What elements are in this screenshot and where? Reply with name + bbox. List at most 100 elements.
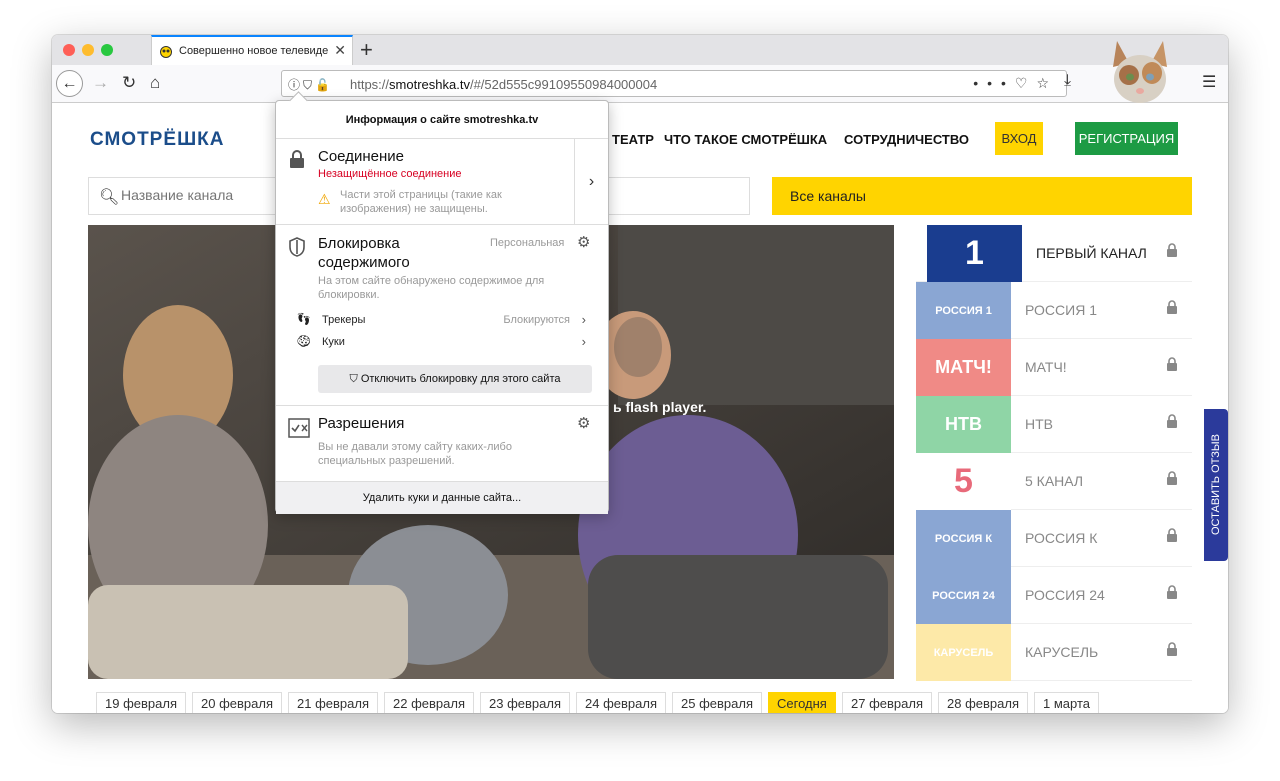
channel-logo: 5 [916, 453, 1011, 510]
channel-name: ПЕРВЫЙ КАНАЛ [1036, 245, 1147, 261]
feedback-tab[interactable]: ОСТАВИТЬ ОТЗЫВ [1204, 409, 1228, 561]
minimize-window-button[interactable] [82, 44, 94, 56]
chevron-right-icon: › [581, 334, 586, 349]
connection-warning: Части этой страницы (такие как изображен… [340, 189, 502, 215]
channel-item[interactable]: МАТЧ! МАТЧ! [916, 339, 1192, 396]
date-item[interactable]: 1 марта [1034, 692, 1099, 713]
tab-close-icon[interactable]: ✕ [334, 42, 346, 59]
channel-item[interactable]: НТВ НТВ [916, 396, 1192, 453]
date-item[interactable]: 22 февраля [384, 692, 474, 713]
channel-logo-text: РОССИЯ К [934, 532, 993, 545]
channel-logo-text: РОССИЯ 1 [935, 304, 992, 317]
url-bar[interactable]: ⓘ⛉🔓 https://smotreshka.tv/#/52d555c99109… [281, 70, 1067, 97]
chevron-right-icon: › [581, 312, 586, 327]
channel-logo: РОССИЯ К [916, 510, 1011, 567]
new-tab-icon[interactable]: + [360, 37, 373, 63]
download-icon[interactable]: ⤓ [1064, 72, 1071, 90]
warning-icon: ⚠ [318, 191, 331, 207]
shield-icon [289, 237, 305, 257]
smotreshka-favicon-icon [160, 46, 172, 58]
flash-message: ь flash player. [613, 399, 707, 415]
blocking-mode: Персональная [490, 237, 565, 249]
lock-icon [1167, 243, 1177, 257]
cookies-row[interactable]: 🍪︎ Куки › [296, 334, 588, 352]
trackers-label: Трекеры [322, 314, 366, 326]
channel-name: МАТЧ! [1025, 359, 1067, 375]
forward-button[interactable]: → [92, 72, 109, 94]
channel-logo: 1 [927, 225, 1022, 282]
channel-logo: РОССИЯ 1 [916, 282, 1011, 339]
date-item[interactable]: 24 февраля [576, 692, 666, 713]
permissions-icon [288, 418, 310, 438]
browser-tab[interactable]: Совершенно новое телевидение ✕ [151, 35, 353, 65]
lock-icon [1167, 471, 1177, 485]
trackers-value: Блокируются [503, 314, 570, 326]
hamburger-menu-icon[interactable]: ☰ [1202, 72, 1216, 92]
blocking-description: На этом сайте обнаружено содержимое для … [318, 275, 545, 301]
navigation-toolbar: ← → ↻ ⌂ ⓘ⛉🔓 https://smotreshka.tv/#/52d5… [52, 65, 1228, 103]
connection-heading: Соединение [318, 148, 404, 165]
date-item[interactable]: 19 февраля [96, 692, 186, 713]
login-button[interactable]: ВХОД [995, 122, 1043, 155]
site-info-icons[interactable]: ⓘ⛉🔓 [288, 76, 333, 93]
connection-status: Незащищённое соединение [318, 168, 462, 180]
channel-logo: НТВ [916, 396, 1011, 453]
home-button[interactable]: ⌂ [150, 72, 160, 94]
back-button[interactable]: ← [56, 70, 83, 97]
lock-icon [1167, 357, 1177, 371]
page-actions-icons[interactable]: •••♡☆ [973, 75, 1058, 92]
footprints-icon: 👣︎ [296, 312, 312, 326]
nav-partnership[interactable]: СОТРУДНИЧЕСТВО [844, 132, 969, 147]
url-text[interactable]: https://smotreshka.tv/#/52d555c991095509… [350, 77, 657, 92]
channel-item[interactable]: РОССИЯ К РОССИЯ К [916, 510, 1192, 567]
channel-item[interactable]: РОССИЯ 1 РОССИЯ 1 [916, 282, 1192, 339]
channel-logo-text: МАТЧ! [935, 357, 992, 377]
blocking-heading: Блокировка содержимого [318, 235, 410, 271]
date-item[interactable]: 28 февраля [938, 692, 1028, 713]
channel-name: 5 КАНАЛ [1025, 473, 1084, 489]
lock-icon [1167, 585, 1177, 599]
date-item[interactable]: 25 февраля [672, 692, 762, 713]
blocking-settings-gear-icon[interactable]: ⚙ [577, 233, 590, 251]
close-window-button[interactable] [63, 44, 75, 56]
lock-icon [1167, 300, 1177, 314]
url-prefix: https:// [350, 77, 390, 92]
permissions-gear-icon[interactable]: ⚙ [577, 414, 590, 432]
date-item[interactable]: 27 февраля [842, 692, 932, 713]
nav-theatre[interactable]: ТЕАТР [612, 132, 654, 147]
channel-item[interactable]: КАРУСЕЛЬ КАРУСЕЛЬ [916, 624, 1192, 681]
date-item[interactable]: 21 февраля [288, 692, 378, 713]
trackers-row[interactable]: 👣︎ Трекеры Блокируются › [296, 312, 588, 330]
tab-title: Совершенно новое телевидение [179, 45, 329, 57]
nav-about[interactable]: ЧТО ТАКОЕ СМОТРЁШКА [664, 132, 827, 147]
reload-button[interactable]: ↻ [122, 72, 136, 94]
date-today[interactable]: Сегодня [768, 692, 836, 713]
lock-icon [1167, 642, 1177, 656]
site-logo[interactable]: СМОТРЁШКА [90, 129, 224, 151]
search-icon: 🔍︎ [99, 189, 120, 206]
connection-details-button[interactable]: › [574, 139, 608, 225]
maximize-window-button[interactable] [101, 44, 113, 56]
date-item[interactable]: 23 февраля [480, 692, 570, 713]
connection-section: Соединение Незащищённое соединение ⚠ Час… [276, 139, 608, 225]
channel-name: РОССИЯ 1 [1025, 302, 1097, 318]
register-button[interactable]: РЕГИСТРАЦИЯ [1075, 122, 1178, 155]
cat-avatar-icon [1113, 41, 1167, 103]
channel-item[interactable]: РОССИЯ 24 РОССИЯ 24 [916, 567, 1192, 624]
date-item[interactable]: 20 февраля [192, 692, 282, 713]
clear-cookies-button[interactable]: Удалить куки и данные сайта... [276, 482, 608, 514]
channel-name: НТВ [1025, 416, 1053, 432]
channel-logo-text: НТВ [945, 414, 982, 434]
channel-list: 1 ПЕРВЫЙ КАНАЛ РОССИЯ 1 РОССИЯ 1 МАТЧ! МАТЧ! Н… [916, 225, 1192, 681]
url-path: /#/52d555c99109550984000004 [469, 77, 658, 92]
lock-icon [1167, 414, 1177, 428]
channel-logo: КАРУСЕЛЬ [916, 624, 1011, 681]
channel-name: РОССИЯ 24 [1025, 587, 1105, 603]
cookie-icon: 🍪︎ [296, 334, 312, 348]
content-blocking-section: Блокировка содержимого Персональная ⚙ На… [276, 225, 608, 406]
all-channels-dropdown[interactable]: Все каналы [772, 177, 1192, 215]
channel-logo-text: РОССИЯ 24 [932, 589, 995, 602]
disable-blocking-button[interactable]: ⛉ Отключить блокировку для этого сайта [318, 365, 592, 393]
channel-item[interactable]: 1 ПЕРВЫЙ КАНАЛ [916, 225, 1192, 282]
channel-item[interactable]: 5 5 КАНАЛ [916, 453, 1192, 510]
